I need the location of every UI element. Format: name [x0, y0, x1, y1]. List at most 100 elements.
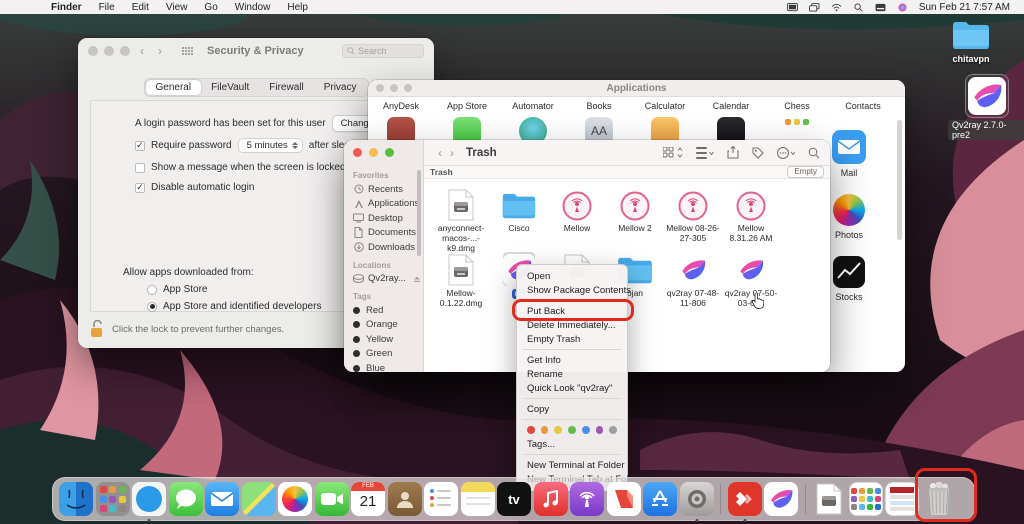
dock-photos-icon[interactable]	[278, 482, 312, 516]
dock-news-icon[interactable]	[607, 482, 641, 516]
app-label[interactable]: Calculator	[632, 101, 698, 111]
file-mellow-08-26[interactable]: Mellow 08-26-27-305	[664, 187, 722, 253]
menu-item-delete-immediately[interactable]: Delete Immediately...	[517, 318, 627, 332]
dock-finder-icon[interactable]	[59, 482, 93, 516]
app-label[interactable]: Calendar	[698, 101, 764, 111]
sidebar-tag-orange[interactable]: Orange	[353, 319, 423, 330]
sidebar-item-qv2ray-disk[interactable]: Qv2ray...	[353, 273, 423, 284]
file-anyconnect-dmg[interactable]: anyconnect-macos-...-k9.dmg	[432, 187, 490, 253]
dock-dmg-file-icon[interactable]	[812, 482, 846, 516]
radio-app-store[interactable]	[147, 285, 157, 295]
sidebar-item-recents[interactable]: Recents	[353, 184, 423, 195]
sidebar-tag-red[interactable]: Red	[353, 305, 423, 316]
zoom-button[interactable]	[120, 46, 130, 56]
dock-maps-icon[interactable]	[242, 482, 276, 516]
more-actions-icon[interactable]	[777, 147, 795, 159]
menu-item-copy[interactable]: Copy	[517, 402, 627, 416]
tab-filevault[interactable]: FileVault	[201, 80, 259, 95]
sidebar-item-applications[interactable]: Applications	[353, 198, 423, 209]
tag-yellow-dot[interactable]	[554, 426, 562, 434]
menu-help[interactable]: Help	[287, 2, 308, 13]
minimize-button[interactable]	[369, 148, 378, 157]
dock-calendar-icon[interactable]: FEB21	[351, 482, 385, 516]
menu-clock[interactable]: Sun Feb 21 7:57 AM	[919, 2, 1010, 13]
file-mellow-dmg[interactable]: Mellow-0.1.22.dmg	[432, 252, 490, 309]
file-mellow-2[interactable]: Mellow 2	[606, 187, 664, 253]
app-label[interactable]: App Store	[434, 101, 500, 111]
unlocked-padlock-icon[interactable]	[90, 320, 104, 338]
require-password-checkbox[interactable]: ✓	[135, 141, 145, 151]
menu-item-rename[interactable]: Rename	[517, 367, 627, 381]
tab-privacy[interactable]: Privacy	[314, 80, 367, 95]
sidebar-item-desktop[interactable]: Desktop	[353, 213, 423, 224]
empty-trash-button[interactable]: Empty	[787, 166, 824, 178]
tag-green-dot[interactable]	[568, 426, 576, 434]
search-icon[interactable]	[808, 147, 820, 159]
zoom-button[interactable]	[385, 148, 394, 157]
menu-item-quick-look[interactable]: Quick Look "qv2ray"	[517, 381, 627, 395]
menu-item-open[interactable]: Open	[517, 269, 627, 283]
search-field[interactable]: Search	[342, 44, 424, 58]
wifi-icon[interactable]	[831, 3, 842, 12]
file-qv2ray-0748[interactable]: qv2ray 07-48-11-806	[664, 252, 722, 309]
menu-go[interactable]: Go	[204, 2, 217, 13]
sidebar-item-downloads[interactable]: Downloads	[353, 242, 423, 253]
scrollbar[interactable]	[897, 120, 902, 240]
back-icon[interactable]: ‹	[434, 146, 446, 160]
require-password-delay-select[interactable]: 5 minutes	[238, 138, 303, 153]
file-mellow-83126[interactable]: Mellow 8.31.26 AM	[722, 187, 780, 253]
tag-orange-dot[interactable]	[541, 426, 549, 434]
disable-auto-login-checkbox[interactable]: ✓	[135, 183, 145, 193]
tag-red-dot[interactable]	[527, 426, 535, 434]
stocks-app-icon[interactable]	[833, 256, 865, 288]
icon-view-selector-icon[interactable]	[663, 147, 683, 159]
forward-icon[interactable]: ›	[154, 44, 166, 58]
dock-notes-icon[interactable]	[461, 482, 495, 516]
menu-item-put-back[interactable]: Put Back	[517, 304, 627, 318]
app-label[interactable]: Automator	[500, 101, 566, 111]
menu-finder[interactable]: Finder	[51, 2, 82, 13]
sidebar-scrollbar[interactable]	[417, 170, 421, 256]
mail-app-icon[interactable]	[832, 130, 866, 164]
dock-anydesk-icon[interactable]	[728, 482, 762, 516]
menu-item-new-terminal[interactable]: New Terminal at Folder	[517, 458, 627, 472]
display-icon[interactable]	[787, 3, 798, 12]
group-by-icon[interactable]	[696, 147, 714, 159]
app-label[interactable]: AnyDesk	[368, 101, 434, 111]
file-cisco-folder[interactable]: Cisco	[490, 187, 548, 253]
menu-file[interactable]: File	[99, 2, 115, 13]
tag-purple-dot[interactable]	[596, 426, 604, 434]
menu-item-get-info[interactable]: Get Info	[517, 353, 627, 367]
radio-identified-developers[interactable]	[147, 302, 157, 312]
close-button[interactable]	[353, 148, 362, 157]
share-icon[interactable]	[727, 146, 739, 159]
tag-grey-dot[interactable]	[609, 426, 617, 434]
menu-item-show-package-contents[interactable]: Show Package Contents	[517, 283, 627, 297]
back-icon[interactable]: ‹	[136, 44, 148, 58]
dock-podcasts-icon[interactable]	[570, 482, 604, 516]
file-mellow[interactable]: Mellow	[548, 187, 606, 253]
close-button[interactable]	[88, 46, 98, 56]
dock-contacts-icon[interactable]	[388, 482, 422, 516]
tag-icon[interactable]	[752, 147, 764, 159]
dock-music-icon[interactable]	[534, 482, 568, 516]
tab-firewall[interactable]: Firewall	[259, 80, 313, 95]
dock-reminders-icon[interactable]	[424, 482, 458, 516]
dock-applications-folder-icon[interactable]	[849, 482, 883, 516]
menu-view[interactable]: View	[166, 2, 188, 13]
windows-icon[interactable]	[809, 3, 820, 12]
forward-icon[interactable]: ›	[446, 146, 458, 160]
sidebar-item-documents[interactable]: Documents	[353, 227, 423, 238]
eject-icon[interactable]	[412, 273, 423, 284]
show-all-icon[interactable]	[182, 47, 193, 55]
dock-qv2ray-icon[interactable]	[764, 482, 798, 516]
menu-item-tags[interactable]: Tags...	[517, 437, 627, 451]
tag-blue-dot[interactable]	[582, 426, 590, 434]
menu-edit[interactable]: Edit	[132, 2, 149, 13]
sidebar-tag-blue[interactable]: Blue	[353, 363, 423, 373]
app-label[interactable]: Books	[566, 101, 632, 111]
dock-messages-icon[interactable]	[169, 482, 203, 516]
desktop-icon-chitavpn[interactable]: chitavpn	[936, 20, 1006, 64]
app-label[interactable]: Chess	[764, 101, 830, 111]
dock-mail-icon[interactable]	[205, 482, 239, 516]
